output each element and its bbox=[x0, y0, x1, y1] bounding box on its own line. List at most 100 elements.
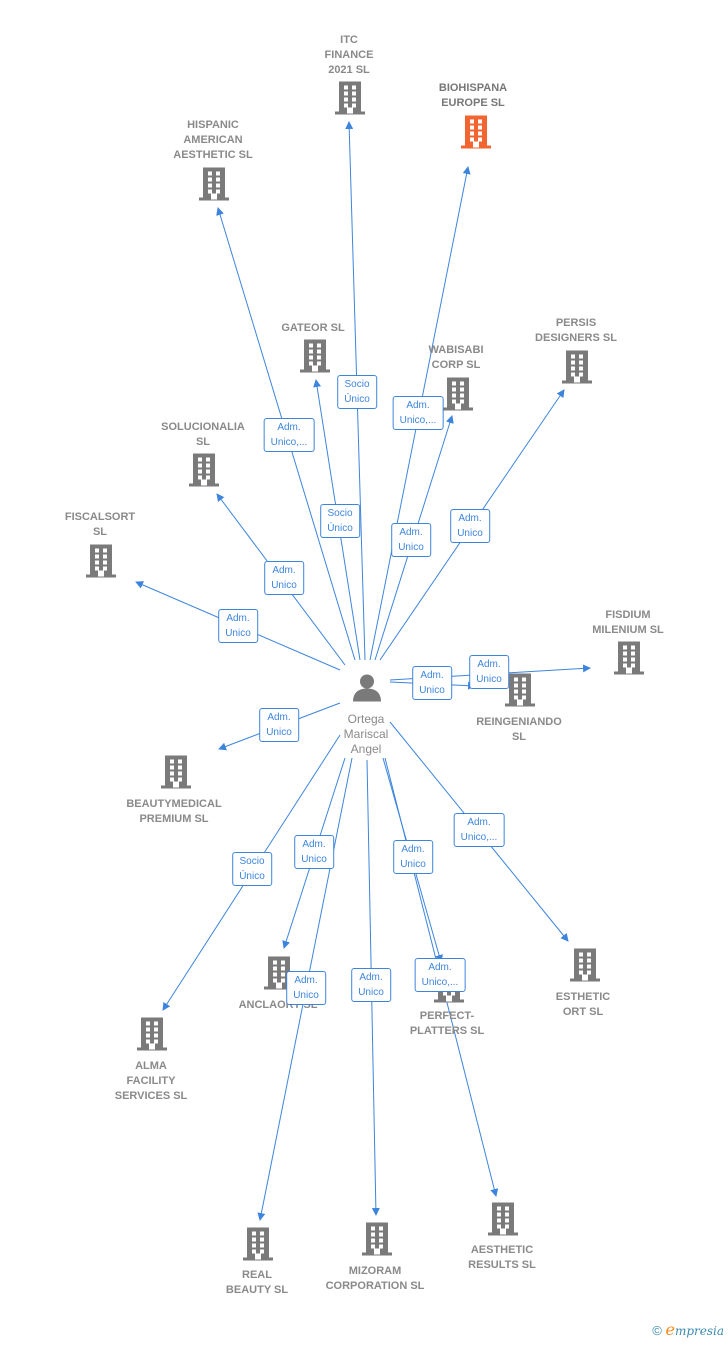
building-icon[interactable] bbox=[241, 1226, 275, 1267]
company-node-beautymedical[interactable]: BEAUTYMEDICAL PREMIUM SL bbox=[126, 797, 221, 827]
building-icon[interactable] bbox=[568, 947, 602, 988]
company-name-line: ALMA bbox=[135, 1060, 167, 1072]
company-name-line: CORPORATION SL bbox=[325, 1280, 425, 1292]
relation-label-mizoram[interactable]: Adm. Unico bbox=[351, 968, 391, 1002]
relation-label-line: Unico,... bbox=[460, 832, 498, 843]
relation-label-line: Adm. bbox=[406, 400, 430, 411]
building-icon[interactable] bbox=[298, 338, 332, 379]
company-name-line: SOLUCIONALIA bbox=[161, 421, 245, 433]
name-line: Angel bbox=[350, 742, 382, 756]
relation-label-line: Unico,... bbox=[270, 437, 308, 448]
relation-label-line: Adm. bbox=[267, 712, 291, 723]
company-name-line: AESTHETIC SL bbox=[173, 149, 253, 161]
relation-label-line: Adm. bbox=[294, 975, 318, 986]
company-node-reingeniando[interactable]: REINGENIANDO SL bbox=[476, 715, 562, 745]
relation-label-realbeauty[interactable]: Adm. Unico bbox=[286, 971, 326, 1005]
relation-label-fiscalsort[interactable]: Adm. Unico bbox=[218, 609, 258, 643]
logo-text: mpresia bbox=[674, 1324, 724, 1338]
company-name-line: MIZORAM bbox=[348, 1265, 402, 1277]
relation-label-solucionalia[interactable]: Adm. Unico bbox=[264, 561, 304, 595]
company-node-persis[interactable]: PERSIS DESIGNERS SL bbox=[535, 316, 617, 346]
company-name-line: ITC bbox=[340, 34, 358, 46]
building-icon[interactable] bbox=[84, 543, 118, 584]
building-icon[interactable] bbox=[459, 114, 493, 155]
company-node-itc[interactable]: ITC FINANCE 2021 SL bbox=[325, 33, 374, 78]
building-icon[interactable] bbox=[486, 1201, 520, 1242]
relation-label-line: Socio bbox=[239, 856, 265, 867]
company-node-esthetic[interactable]: ESTHETIC ORT SL bbox=[556, 990, 610, 1020]
company-name-line: WABISABI bbox=[428, 344, 484, 356]
company-name-line: FISCALSORT bbox=[64, 511, 136, 523]
company-node-biohispana[interactable]: BIOHISPANA EUROPE SL bbox=[439, 81, 507, 111]
building-icon[interactable] bbox=[135, 1016, 169, 1057]
company-name-line: SERVICES SL bbox=[114, 1090, 188, 1102]
company-node-aesthetic[interactable]: AESTHETIC RESULTS SL bbox=[468, 1243, 536, 1273]
relation-label-alma[interactable]: Socio Único bbox=[232, 852, 272, 886]
company-node-solucionalia[interactable]: SOLUCIONALIA SL bbox=[161, 420, 245, 450]
company-name-line: FINANCE bbox=[324, 49, 374, 61]
company-node-gateor[interactable]: GATEOR SL bbox=[281, 321, 344, 336]
relation-label-reingeniando[interactable]: Adm. Unico bbox=[412, 666, 452, 700]
company-node-perfect[interactable]: PERFECT- PLATTERS SL bbox=[410, 1009, 484, 1039]
relation-label-biohispana[interactable]: Adm. Unico,... bbox=[392, 396, 444, 430]
relation-label-fisdium[interactable]: Adm. Unico bbox=[469, 655, 509, 689]
relation-label-aesthetic[interactable]: Adm. Unico,... bbox=[414, 958, 466, 992]
company-name-line: DESIGNERS SL bbox=[535, 332, 617, 344]
building-icon[interactable] bbox=[197, 166, 231, 207]
relation-label-line: Adm. bbox=[399, 527, 423, 538]
company-name-line: 2021 SL bbox=[328, 64, 370, 76]
copyright-symbol: © bbox=[652, 1323, 662, 1338]
relation-label-wabisabi[interactable]: Adm. Unico bbox=[391, 523, 431, 557]
company-node-realbeauty[interactable]: REAL BEAUTY SL bbox=[226, 1268, 288, 1298]
relation-label-line: Adm. bbox=[420, 670, 444, 681]
company-name-line: REINGENIANDO bbox=[476, 716, 562, 728]
company-name-line: HISPANIC bbox=[187, 119, 239, 131]
relation-label-perfect[interactable]: Adm. Unico bbox=[393, 840, 433, 874]
company-node-fiscalsort[interactable]: FISCALSORT SL bbox=[65, 510, 135, 540]
company-name-line: FACILITY bbox=[126, 1075, 176, 1087]
relation-label-beautymedical[interactable]: Adm. Unico bbox=[259, 708, 299, 742]
relation-label-esthetic[interactable]: Adm. Unico,... bbox=[453, 813, 505, 847]
building-icon[interactable] bbox=[187, 452, 221, 493]
relation-label-line: Socio bbox=[327, 508, 353, 519]
company-node-fisdium[interactable]: FISDIUM MILENIUM SL bbox=[592, 608, 664, 638]
relation-label-line: Socio bbox=[344, 379, 370, 390]
name-line: Mariscal bbox=[343, 727, 389, 741]
company-name-line: ORT SL bbox=[562, 1006, 604, 1018]
relation-label-gateor[interactable]: Socio Único bbox=[320, 504, 360, 538]
relation-label-line: Adm. bbox=[226, 613, 250, 624]
building-icon[interactable] bbox=[441, 376, 475, 417]
company-name-line: BEAUTY SL bbox=[225, 1284, 289, 1296]
relation-label-persis[interactable]: Adm. Unico bbox=[450, 509, 490, 543]
company-name-line: PLATTERS SL bbox=[409, 1025, 485, 1037]
relation-label-line: Único bbox=[239, 871, 265, 882]
relation-label-hispanic[interactable]: Adm. Unico,... bbox=[263, 418, 315, 452]
company-node-mizoram[interactable]: MIZORAM CORPORATION SL bbox=[326, 1264, 425, 1294]
building-icon[interactable] bbox=[333, 80, 367, 121]
company-node-alma[interactable]: ALMA FACILITY SERVICES SL bbox=[115, 1059, 188, 1104]
company-name-line: CORP SL bbox=[431, 359, 481, 371]
relation-label-line: Unico bbox=[476, 674, 502, 685]
relation-label-line: Unico,... bbox=[399, 415, 437, 426]
relation-label-line: Adm. bbox=[359, 972, 383, 983]
relation-label-line: Adm. bbox=[302, 839, 326, 850]
building-icon[interactable] bbox=[159, 754, 193, 795]
center-person-name[interactable]: Ortega Mariscal Angel bbox=[344, 712, 389, 757]
company-node-wabisabi[interactable]: WABISABI CORP SL bbox=[429, 343, 484, 373]
building-icon[interactable] bbox=[560, 349, 594, 390]
company-name-line: AMERICAN bbox=[183, 134, 243, 146]
relation-label-line: Unico bbox=[293, 990, 319, 1001]
person-icon[interactable] bbox=[352, 673, 382, 708]
company-node-hispanic[interactable]: HISPANIC AMERICAN AESTHETIC SL bbox=[173, 118, 252, 163]
company-name-line: SL bbox=[195, 436, 211, 448]
relation-label-anclaort[interactable]: Adm. Unico bbox=[294, 835, 334, 869]
relation-label-line: Adm. bbox=[458, 513, 482, 524]
network-diagram: Ortega Mariscal Angel © empresia ITC FINA… bbox=[0, 0, 728, 1345]
relation-label-line: Unico bbox=[271, 580, 297, 591]
relation-label-itc[interactable]: Socio Único bbox=[337, 375, 377, 409]
company-name-line: SL bbox=[92, 526, 108, 538]
relation-label-line: Unico bbox=[400, 859, 426, 870]
company-name-line: FISDIUM bbox=[605, 609, 651, 621]
building-icon[interactable] bbox=[612, 640, 646, 681]
building-icon[interactable] bbox=[360, 1221, 394, 1262]
